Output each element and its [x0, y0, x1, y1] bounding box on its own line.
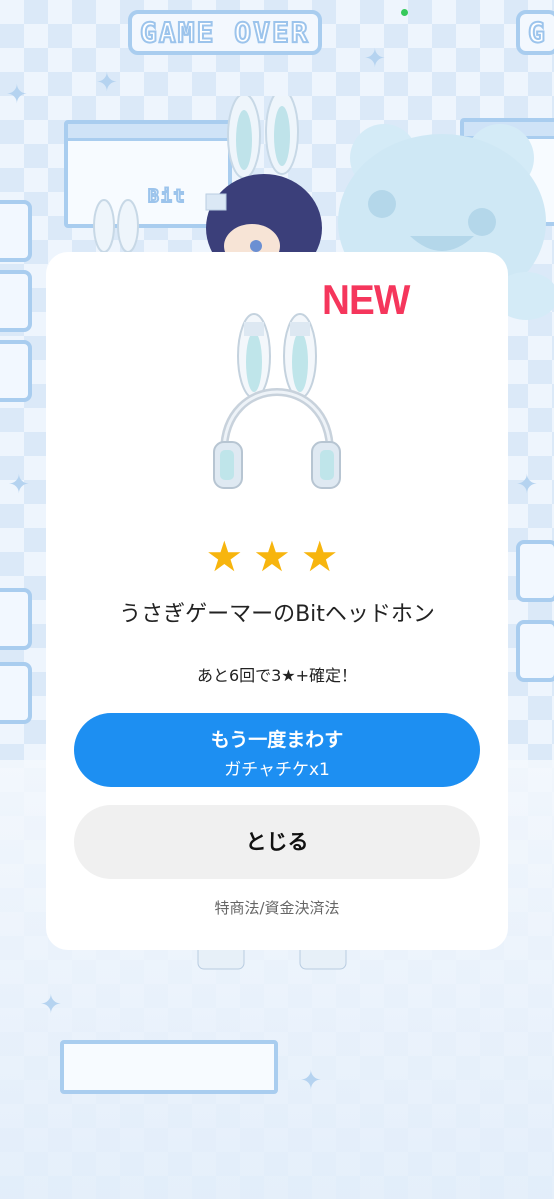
item-name: うさぎゲーマーのBitヘッドホン: [119, 602, 435, 627]
sparkle-icon: ✦: [300, 1066, 322, 1096]
sparkle-icon: ✦: [364, 44, 386, 74]
spin-again-label: もう一度まわす: [210, 729, 344, 751]
spin-again-button[interactable]: もう一度まわす ガチャチケx1: [74, 713, 480, 787]
sparkle-icon: ✦: [8, 470, 30, 500]
background-side-icon: [516, 620, 554, 682]
background-side-icon: [0, 200, 32, 262]
rabbit-ears-accessory: [93, 199, 139, 253]
background-side-icon: [0, 588, 32, 650]
rarity-stars: ★★★: [205, 532, 349, 581]
background-window-logo: Bit: [147, 185, 187, 208]
background-side-icon: [0, 340, 32, 402]
sparkle-icon: ✦: [96, 68, 118, 98]
background-side-icon: [516, 540, 554, 602]
camera-indicator-dot: [401, 9, 408, 16]
gacha-result-modal: NEW ★★★ うさぎゲーマーのBitヘッドホン あと6回で3★+確定！ もう一…: [46, 252, 508, 950]
game-over-banner-right: G: [516, 10, 554, 55]
background-window-bottom: [60, 1040, 278, 1094]
game-over-banner: GAME OVER: [128, 10, 322, 55]
sparkle-icon: ✦: [516, 470, 538, 500]
close-button[interactable]: とじる: [74, 805, 480, 879]
spin-again-cost: ガチャチケx1: [224, 760, 330, 780]
pity-notice: あと6回で3★+確定！: [196, 666, 358, 685]
background-side-icon: [0, 270, 32, 332]
legal-notice-link[interactable]: 特商法/資金決済法: [46, 897, 508, 918]
background-side-icon: [0, 662, 32, 724]
sparkle-icon: ✦: [6, 80, 28, 110]
sparkle-icon: ✦: [40, 990, 62, 1020]
bunny-headphones-item-image: [213, 313, 341, 489]
